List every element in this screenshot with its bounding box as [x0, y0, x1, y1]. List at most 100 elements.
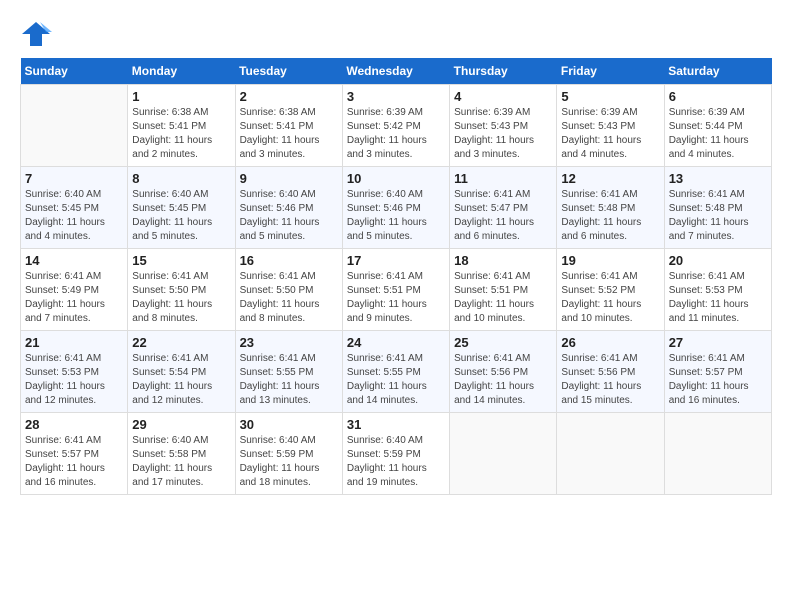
day-number: 30 — [240, 417, 338, 432]
day-info: Sunrise: 6:41 AM Sunset: 5:53 PM Dayligh… — [25, 352, 123, 408]
calendar-cell: 17Sunrise: 6:41 AM Sunset: 5:51 PM Dayli… — [342, 249, 449, 331]
column-header-monday: Monday — [128, 58, 235, 85]
day-info: Sunrise: 6:41 AM Sunset: 5:55 PM Dayligh… — [347, 352, 445, 408]
calendar-cell: 3 Sunrise: 6:39 AM Sunset: 5:42 PM Daylig… — [342, 85, 449, 167]
calendar-cell — [557, 413, 664, 495]
day-info: Sunrise: 6:41 AM Sunset: 5:50 PM Dayligh… — [132, 270, 230, 326]
calendar-cell: 10 Sunrise: 6:40 AM Sunset: 5:46 PM Dayli… — [342, 167, 449, 249]
day-info: Sunrise: 6:41 AM Sunset: 5:52 PM Dayligh… — [561, 270, 659, 326]
calendar-cell: 29Sunrise: 6:40 AM Sunset: 5:58 PM Dayli… — [128, 413, 235, 495]
calendar-cell — [664, 413, 771, 495]
calendar-cell: 8 Sunrise: 6:40 AM Sunset: 5:45 PM Daylig… — [128, 167, 235, 249]
calendar-cell: 24 Sunrise: 6:41 AM Sunset: 5:55 PM Dayli… — [342, 331, 449, 413]
day-info: Sunrise: 6:41 AM Sunset: 5:54 PM Dayligh… — [132, 352, 230, 408]
day-info: Sunrise: 6:41 AM Sunset: 5:48 PM Dayligh… — [669, 188, 767, 244]
day-number: 1 — [132, 89, 230, 104]
day-number: 20 — [669, 253, 767, 268]
day-number: 11 — [454, 171, 552, 186]
calendar-header-row: SundayMondayTuesdayWednesdayThursdayFrid… — [21, 58, 772, 85]
calendar-cell: 16 Sunrise: 6:41 AM Sunset: 5:50 PM Dayli… — [235, 249, 342, 331]
day-number: 18 — [454, 253, 552, 268]
day-number: 26 — [561, 335, 659, 350]
calendar-cell: 6 Sunrise: 6:39 AM Sunset: 5:44 PM Daylig… — [664, 85, 771, 167]
day-info: Sunrise: 6:40 AM Sunset: 5:46 PM Dayligh… — [240, 188, 338, 244]
day-number: 2 — [240, 89, 338, 104]
logo-icon — [20, 20, 52, 48]
day-number: 4 — [454, 89, 552, 104]
calendar-cell: 15Sunrise: 6:41 AM Sunset: 5:50 PM Dayli… — [128, 249, 235, 331]
calendar-week-row: 28 Sunrise: 6:41 AM Sunset: 5:57 PM Dayli… — [21, 413, 772, 495]
calendar-cell: 5 Sunrise: 6:39 AM Sunset: 5:43 PM Daylig… — [557, 85, 664, 167]
day-number: 27 — [669, 335, 767, 350]
day-info: Sunrise: 6:40 AM Sunset: 5:59 PM Dayligh… — [347, 434, 445, 490]
calendar-week-row: 21Sunrise: 6:41 AM Sunset: 5:53 PM Dayli… — [21, 331, 772, 413]
calendar-cell: 27 Sunrise: 6:41 AM Sunset: 5:57 PM Dayli… — [664, 331, 771, 413]
day-info: Sunrise: 6:40 AM Sunset: 5:45 PM Dayligh… — [132, 188, 230, 244]
day-info: Sunrise: 6:39 AM Sunset: 5:43 PM Dayligh… — [561, 106, 659, 162]
day-info: Sunrise: 6:41 AM Sunset: 5:57 PM Dayligh… — [669, 352, 767, 408]
day-info: Sunrise: 6:41 AM Sunset: 5:56 PM Dayligh… — [454, 352, 552, 408]
day-info: Sunrise: 6:41 AM Sunset: 5:48 PM Dayligh… — [561, 188, 659, 244]
day-info: Sunrise: 6:41 AM Sunset: 5:56 PM Dayligh… — [561, 352, 659, 408]
day-number: 24 — [347, 335, 445, 350]
column-header-tuesday: Tuesday — [235, 58, 342, 85]
day-number: 14 — [25, 253, 123, 268]
day-info: Sunrise: 6:41 AM Sunset: 5:49 PM Dayligh… — [25, 270, 123, 326]
day-number: 19 — [561, 253, 659, 268]
calendar-cell: 21Sunrise: 6:41 AM Sunset: 5:53 PM Dayli… — [21, 331, 128, 413]
column-header-thursday: Thursday — [450, 58, 557, 85]
day-number: 28 — [25, 417, 123, 432]
day-number: 3 — [347, 89, 445, 104]
day-info: Sunrise: 6:38 AM Sunset: 5:41 PM Dayligh… — [240, 106, 338, 162]
day-number: 31 — [347, 417, 445, 432]
calendar-cell: 7 Sunrise: 6:40 AM Sunset: 5:45 PM Daylig… — [21, 167, 128, 249]
column-header-friday: Friday — [557, 58, 664, 85]
calendar-table: SundayMondayTuesdayWednesdayThursdayFrid… — [20, 58, 772, 495]
day-number: 8 — [132, 171, 230, 186]
day-info: Sunrise: 6:41 AM Sunset: 5:50 PM Dayligh… — [240, 270, 338, 326]
calendar-cell: 22 Sunrise: 6:41 AM Sunset: 5:54 PM Dayli… — [128, 331, 235, 413]
calendar-cell: 9 Sunrise: 6:40 AM Sunset: 5:46 PM Daylig… — [235, 167, 342, 249]
calendar-week-row: 1 Sunrise: 6:38 AM Sunset: 5:41 PM Daylig… — [21, 85, 772, 167]
calendar-cell: 31 Sunrise: 6:40 AM Sunset: 5:59 PM Dayli… — [342, 413, 449, 495]
day-number: 6 — [669, 89, 767, 104]
day-info: Sunrise: 6:41 AM Sunset: 5:53 PM Dayligh… — [669, 270, 767, 326]
day-number: 5 — [561, 89, 659, 104]
calendar-cell — [450, 413, 557, 495]
calendar-cell: 13Sunrise: 6:41 AM Sunset: 5:48 PM Dayli… — [664, 167, 771, 249]
day-info: Sunrise: 6:39 AM Sunset: 5:43 PM Dayligh… — [454, 106, 552, 162]
calendar-cell: 2 Sunrise: 6:38 AM Sunset: 5:41 PM Daylig… — [235, 85, 342, 167]
day-info: Sunrise: 6:40 AM Sunset: 5:58 PM Dayligh… — [132, 434, 230, 490]
day-info: Sunrise: 6:41 AM Sunset: 5:47 PM Dayligh… — [454, 188, 552, 244]
day-info: Sunrise: 6:41 AM Sunset: 5:55 PM Dayligh… — [240, 352, 338, 408]
calendar-cell: 25 Sunrise: 6:41 AM Sunset: 5:56 PM Dayli… — [450, 331, 557, 413]
day-info: Sunrise: 6:40 AM Sunset: 5:59 PM Dayligh… — [240, 434, 338, 490]
calendar-cell: 23Sunrise: 6:41 AM Sunset: 5:55 PM Dayli… — [235, 331, 342, 413]
day-number: 9 — [240, 171, 338, 186]
day-number: 22 — [132, 335, 230, 350]
calendar-cell — [21, 85, 128, 167]
calendar-cell: 11 Sunrise: 6:41 AM Sunset: 5:47 PM Dayli… — [450, 167, 557, 249]
day-number: 17 — [347, 253, 445, 268]
calendar-cell: 26 Sunrise: 6:41 AM Sunset: 5:56 PM Dayli… — [557, 331, 664, 413]
calendar-week-row: 7 Sunrise: 6:40 AM Sunset: 5:45 PM Daylig… — [21, 167, 772, 249]
day-info: Sunrise: 6:41 AM Sunset: 5:51 PM Dayligh… — [454, 270, 552, 326]
calendar-cell: 14 Sunrise: 6:41 AM Sunset: 5:49 PM Dayli… — [21, 249, 128, 331]
day-info: Sunrise: 6:40 AM Sunset: 5:46 PM Dayligh… — [347, 188, 445, 244]
day-number: 7 — [25, 171, 123, 186]
calendar-cell: 30 Sunrise: 6:40 AM Sunset: 5:59 PM Dayli… — [235, 413, 342, 495]
page-header — [20, 20, 772, 48]
calendar-week-row: 14 Sunrise: 6:41 AM Sunset: 5:49 PM Dayli… — [21, 249, 772, 331]
day-info: Sunrise: 6:39 AM Sunset: 5:44 PM Dayligh… — [669, 106, 767, 162]
day-info: Sunrise: 6:41 AM Sunset: 5:57 PM Dayligh… — [25, 434, 123, 490]
day-number: 25 — [454, 335, 552, 350]
day-info: Sunrise: 6:39 AM Sunset: 5:42 PM Dayligh… — [347, 106, 445, 162]
day-number: 12 — [561, 171, 659, 186]
column-header-saturday: Saturday — [664, 58, 771, 85]
calendar-cell: 18 Sunrise: 6:41 AM Sunset: 5:51 PM Dayli… — [450, 249, 557, 331]
day-info: Sunrise: 6:40 AM Sunset: 5:45 PM Dayligh… — [25, 188, 123, 244]
calendar-cell: 20 Sunrise: 6:41 AM Sunset: 5:53 PM Dayli… — [664, 249, 771, 331]
day-number: 16 — [240, 253, 338, 268]
day-number: 10 — [347, 171, 445, 186]
column-header-wednesday: Wednesday — [342, 58, 449, 85]
